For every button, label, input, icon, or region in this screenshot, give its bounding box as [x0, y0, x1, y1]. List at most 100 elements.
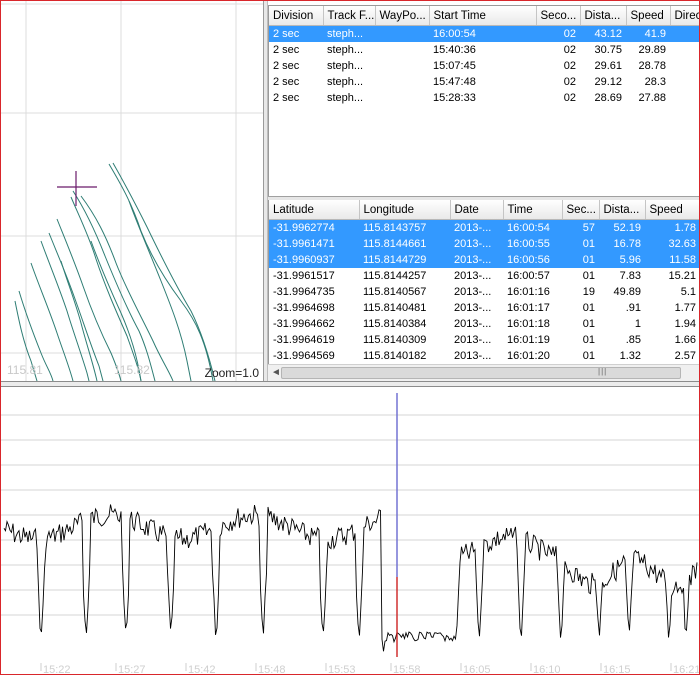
point-cell-lat: -31.9964619 — [273, 334, 335, 346]
point-row[interactable]: -31.9961517 115.8144257 2013-... 16:00:57 01… — [269, 268, 700, 284]
session-cell-seconds: 02 — [563, 44, 576, 56]
session-cell-track: steph... — [327, 60, 364, 72]
point-row[interactable]: -31.9960937 115.8144729 2013-... 16:00:56 01… — [269, 252, 700, 268]
session-cell-division: 2 sec — [273, 60, 300, 72]
session-cell-start: 15:07:45 — [433, 60, 476, 72]
point-cell-lat: -31.9964662 — [273, 318, 335, 330]
point-row[interactable]: -31.9964698 115.8140481 2013-... 16:01:17 01… — [269, 300, 700, 316]
point-cell-lat: -31.9961517 — [273, 270, 335, 282]
session-cell-speed: 28.78 — [638, 60, 666, 72]
point-cell-sec: 01 — [582, 318, 595, 330]
speed-profile-chart[interactable]: 15:22 15:27 15:42 15:48 15:53 15:58 16:05 16:10… — [1, 387, 700, 676]
point-row[interactable]: -31.9964735 115.8140567 2013-... 16:01:16 19… — [269, 284, 700, 300]
point-cell-time: 16:01:20 — [507, 350, 550, 362]
points-horizontal-scrollbar[interactable]: ◄ ||| — [268, 364, 699, 382]
track-path — [60, 260, 98, 381]
track-map[interactable]: 115.81 115.82 Zoom=1.0 — [1, 1, 263, 381]
session-cell-waypoint — [375, 25, 429, 42]
points-grid[interactable]: Latitude Longitude Date Time Sec... Dist… — [268, 200, 700, 364]
point-cell-lon: 115.8143757 — [359, 219, 450, 236]
point-cell-lon: 115.8140309 — [363, 334, 427, 346]
session-row[interactable]: 2 sec steph... 15:40:36 02 30.75 29.89 — [269, 42, 700, 58]
profile-x-tick-label: 16:05 — [463, 664, 491, 674]
point-cell-lat: -31.9962774 — [269, 219, 359, 236]
point-row[interactable]: -31.9962774 115.8143757 2013-... 16:00:54 57… — [269, 219, 700, 236]
point-cell-lat: -31.9961471 — [269, 236, 359, 252]
point-cell-speed: 32.63 — [645, 236, 700, 252]
point-cell-lon: 115.8140481 — [363, 302, 427, 314]
session-cell-seconds: 02 — [536, 25, 580, 42]
session-cell-waypoint — [375, 90, 429, 106]
point-cell-lat: -31.9960937 — [269, 252, 359, 268]
point-cell-date: 2013-... — [454, 350, 492, 362]
session-row[interactable]: 2 sec steph... 15:47:48 02 29.12 28.3 — [269, 74, 700, 90]
col-header-date[interactable]: Date — [450, 200, 504, 220]
col-header-sec[interactable]: Sec... — [562, 200, 600, 220]
point-cell-speed: 2.57 — [674, 350, 696, 362]
session-cell-track: steph... — [327, 44, 364, 56]
col-header-track-file[interactable]: Track F... — [323, 6, 376, 26]
session-cell-distance: 30.75 — [594, 44, 622, 56]
session-cell-distance: 29.12 — [594, 76, 622, 88]
point-row[interactable]: -31.9964662 115.8140384 2013-... 16:01:18 01… — [269, 316, 700, 332]
point-cell-dist: 52.19 — [599, 219, 645, 236]
point-cell-lon: 115.8140567 — [363, 286, 427, 298]
session-cell-division: 2 sec — [273, 76, 300, 88]
profile-x-tick-label: 15:53 — [328, 664, 356, 674]
session-cell-start: 16:00:54 — [429, 25, 536, 42]
point-cell-sec: 01 — [562, 252, 599, 268]
point-row[interactable]: -31.9964569 115.8140182 2013-... 16:01:20 01… — [269, 348, 700, 364]
point-cell-speed: 5.1 — [680, 286, 696, 298]
point-cell-time: 16:01:19 — [507, 334, 550, 346]
point-cell-lon: 115.8144257 — [363, 270, 427, 282]
scroll-left-icon[interactable]: ◄ — [271, 367, 281, 378]
scroll-thumb[interactable] — [281, 367, 681, 379]
session-cell-waypoint — [375, 58, 429, 74]
point-cell-dist: 49.89 — [613, 286, 641, 298]
col-header-speed[interactable]: Speed — [626, 6, 671, 26]
point-cell-time: 16:01:16 — [507, 286, 550, 298]
sessions-grid[interactable]: Division Track F... WayPo... Start Time … — [268, 5, 700, 197]
profile-x-tick-label: 15:22 — [43, 664, 71, 674]
session-row[interactable]: 2 sec steph... 16:00:54 02 43.12 41.9 — [269, 25, 700, 42]
session-cell-start: 15:28:33 — [433, 92, 476, 104]
col-header-speed[interactable]: Speed — [645, 200, 700, 220]
point-cell-dist: 16.78 — [599, 236, 645, 252]
col-header-latitude[interactable]: Latitude — [269, 200, 360, 220]
point-cell-lon: 115.8144661 — [359, 236, 450, 252]
session-cell-division: 2 sec — [273, 44, 300, 56]
session-cell-distance: 43.12 — [580, 25, 626, 42]
session-cell-track: steph... — [323, 25, 375, 42]
col-header-time[interactable]: Time — [503, 200, 563, 220]
col-header-division[interactable]: Division — [269, 6, 324, 26]
point-cell-date: 2013-... — [454, 302, 492, 314]
session-cell-waypoint — [375, 42, 429, 58]
point-row[interactable]: -31.9961471 115.8144661 2013-... 16:00:55 01… — [269, 236, 700, 252]
track-map-canvas[interactable] — [1, 1, 263, 381]
point-cell-date: 2013-... — [450, 252, 503, 268]
col-header-start-time[interactable]: Start Time — [429, 6, 537, 26]
col-header-longitude[interactable]: Longitude — [359, 200, 451, 220]
point-row[interactable]: -31.9964619 115.8140309 2013-... 16:01:19 01… — [269, 332, 700, 348]
point-cell-speed: 1.94 — [674, 318, 696, 330]
point-cell-sec: 57 — [562, 219, 599, 236]
session-row[interactable]: 2 sec steph... 15:07:45 02 29.61 28.78 — [269, 58, 700, 74]
point-cell-speed: 15.21 — [668, 270, 696, 282]
point-cell-time: 16:00:57 — [507, 270, 550, 282]
col-header-direction[interactable]: Direc — [670, 6, 700, 26]
col-header-seconds[interactable]: Seco... — [536, 6, 581, 26]
point-cell-sec: 01 — [582, 270, 595, 282]
session-cell-start: 15:40:36 — [433, 44, 476, 56]
point-cell-dist: 1.32 — [619, 350, 641, 362]
point-cell-sec: 01 — [562, 236, 599, 252]
point-cell-lon: 115.8144729 — [359, 252, 450, 268]
profile-x-tick-label: 15:58 — [393, 664, 421, 674]
session-row[interactable]: 2 sec steph... 15:28:33 02 28.69 27.88 — [269, 90, 700, 106]
point-cell-time: 16:00:54 — [503, 219, 562, 236]
col-header-distance[interactable]: Dista... — [580, 6, 627, 26]
point-cell-lon: 115.8140182 — [363, 350, 427, 362]
col-header-waypoint[interactable]: WayPo... — [375, 6, 430, 26]
point-cell-date: 2013-... — [454, 334, 492, 346]
speed-profile-canvas[interactable]: 15:22 15:27 15:42 15:48 15:53 15:58 16:05 16:10… — [1, 387, 700, 676]
col-header-distance[interactable]: Dista... — [599, 200, 646, 220]
